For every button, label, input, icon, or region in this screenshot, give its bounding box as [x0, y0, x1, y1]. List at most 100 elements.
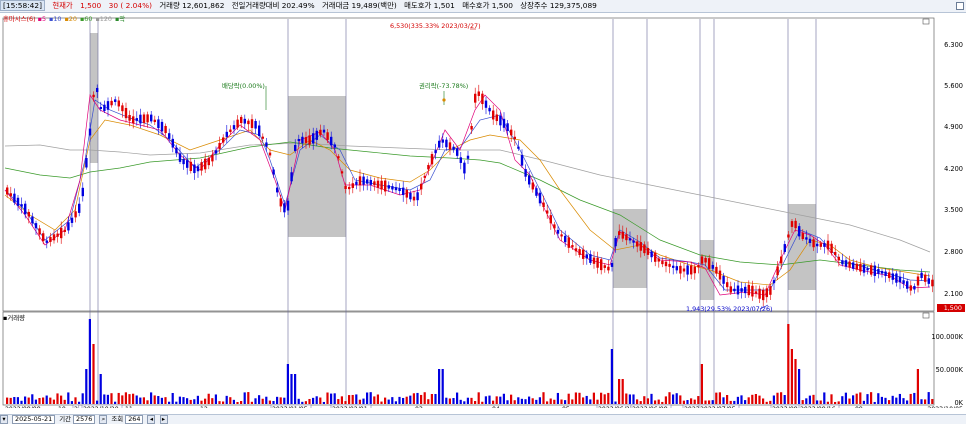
candle-body: [769, 286, 772, 295]
candle-body: [272, 169, 275, 175]
candle-body: [744, 286, 747, 294]
volume-bar: [650, 393, 653, 404]
candle-body: [290, 172, 293, 182]
candle-body: [556, 229, 560, 234]
calendar-icon[interactable]: ▾: [0, 415, 8, 424]
volume-bar: [708, 400, 711, 404]
candle-body: [513, 136, 516, 140]
volume-bar: [286, 364, 289, 404]
price-tick: 5.600: [944, 82, 963, 90]
volume-bar: [236, 401, 239, 404]
candle-body: [682, 268, 686, 272]
date-tick: 09: [855, 406, 863, 408]
volume-bar: [312, 397, 315, 404]
volume-bar: [85, 369, 88, 404]
candle-body: [258, 125, 261, 137]
candle-body: [409, 192, 412, 200]
volume-bar: [556, 392, 559, 404]
price-tick: 4.200: [944, 165, 963, 173]
candle-body: [502, 118, 506, 128]
candle-body: [628, 238, 632, 241]
volume-bar: [628, 394, 631, 404]
query-button[interactable]: 조회: [111, 415, 123, 423]
volume-bar: [531, 398, 534, 404]
expand-icon[interactable]: [922, 312, 930, 319]
date-tick: 2023/07/05: [700, 406, 736, 408]
candle-body: [898, 276, 902, 283]
count-input[interactable]: 2576: [73, 415, 96, 424]
candle-body: [826, 240, 830, 250]
price-tick: 3.500: [944, 206, 963, 214]
volume-bar: [434, 393, 437, 404]
volume-bar: [884, 397, 887, 404]
candle-body: [654, 252, 657, 262]
candle-body: [607, 266, 610, 271]
chart-area[interactable]: 6.300 5.600 4.900 4.200 3.500 2.800 2.10…: [0, 13, 966, 414]
volume-bar: [834, 401, 837, 404]
current-price-tag: 1,500: [944, 304, 962, 312]
candle-body: [816, 243, 819, 247]
bottom-controls: ▾ 2025-05-21 기간 2576 ⌕ 조회 264 ◂ ▸: [0, 414, 966, 424]
candle-body: [664, 261, 668, 267]
chevron-right-icon[interactable]: ▸: [159, 415, 168, 424]
volume-bar: [92, 344, 95, 404]
candle-body: [427, 164, 430, 170]
current-price-label: 현재가: [52, 1, 73, 10]
date-tick: 2023/06/08: [632, 406, 668, 408]
volume-bar: [81, 393, 84, 404]
volume-bar: [895, 397, 898, 404]
volume-bar: [121, 395, 124, 404]
date-tick: 2022/08/08: [5, 406, 41, 408]
volume-bar: [340, 396, 343, 404]
bars-input[interactable]: 264: [125, 415, 144, 424]
candle-body: [668, 263, 671, 267]
legend-item: ▪10: [49, 15, 62, 23]
chevron-left-icon[interactable]: ◂: [147, 415, 156, 424]
candle-body: [63, 229, 66, 232]
candle-body: [765, 288, 768, 298]
candle-body: [74, 211, 77, 218]
candle-body: [380, 180, 383, 190]
price-legend: 휴마시스(6) ▪5 ▪10 ▪20 ▪60 ▪120 ▪락: [3, 14, 128, 23]
candle-body: [481, 93, 484, 105]
date-input[interactable]: 2025-05-21: [12, 415, 56, 424]
volume-bar: [733, 400, 736, 404]
volume-bar: [362, 398, 365, 404]
candle-body: [812, 239, 815, 248]
candle-body: [585, 254, 588, 259]
dividend-annotation: 배당락(0.00%): [222, 81, 265, 90]
volume-bar: [394, 401, 397, 404]
volume-bar: [225, 395, 228, 404]
candle-body: [600, 259, 603, 271]
candle-body: [499, 115, 502, 126]
volume-bar: [412, 393, 415, 404]
search-icon[interactable]: ⌕: [99, 415, 108, 424]
candle-body: [247, 120, 250, 125]
candle-body: [463, 162, 466, 174]
volume-bar: [106, 394, 109, 404]
volume-bar: [466, 397, 469, 404]
candle-body: [243, 118, 246, 124]
volume-bar: [67, 392, 70, 404]
volume-bar: [322, 401, 325, 404]
expand-icon[interactable]: [922, 18, 930, 25]
date-tick: 2022/10/20: [83, 406, 119, 408]
volume-bar: [416, 392, 419, 404]
volume-bar: [600, 392, 603, 404]
candle-body: [286, 200, 290, 211]
volume-bar: [200, 400, 203, 404]
candle-body: [891, 273, 894, 280]
volume-bar: [276, 396, 279, 404]
volume-bar: [812, 394, 815, 404]
candle-body: [348, 186, 351, 190]
volume-bar: [319, 397, 322, 404]
candle-body: [402, 187, 405, 196]
candle-body: [718, 270, 722, 280]
volume-bar: [585, 395, 588, 404]
window-restore-button[interactable]: [956, 2, 964, 10]
candle-body: [589, 254, 592, 263]
candle-body: [420, 183, 423, 190]
candle-body: [819, 243, 822, 247]
candle-body: [906, 281, 909, 289]
candle-body: [866, 268, 869, 271]
